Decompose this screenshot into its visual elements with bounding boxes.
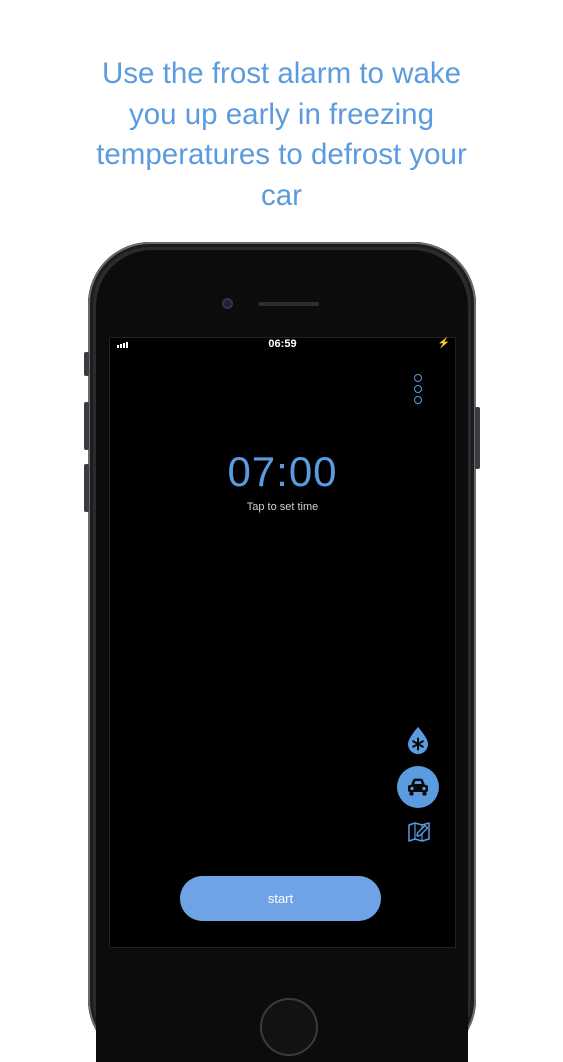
home-button[interactable] [260, 998, 318, 1056]
volume-down-button [84, 464, 89, 512]
app-screen: 06:59 ⚡ 07:00 Tap to set time start [110, 338, 455, 947]
promo-headline: Use the frost alarm to wake you up early… [0, 54, 563, 216]
mute-switch [84, 352, 89, 376]
more-vertical-icon[interactable] [412, 374, 424, 404]
set-time-hint: Tap to set time [246, 501, 319, 513]
earpiece-speaker [258, 302, 319, 306]
start-button[interactable]: start [180, 876, 381, 921]
headline-line: you up early in freezing [128, 97, 434, 131]
map-edit-icon[interactable] [408, 822, 430, 842]
headline-line: Use the frost alarm to wake [101, 57, 462, 90]
status-bar: 06:59 ⚡ [110, 338, 455, 352]
status-time: 06:59 [268, 338, 297, 350]
volume-up-button [84, 402, 89, 450]
car-icon [408, 778, 428, 796]
alarm-time[interactable]: 07:00 [110, 448, 455, 496]
car-mode-button[interactable] [397, 766, 439, 808]
headline-line: temperatures to defrost your [96, 138, 467, 171]
headline-line: car [261, 178, 302, 212]
frost-drop-icon[interactable] [406, 726, 430, 754]
power-button [475, 407, 480, 469]
charging-icon: ⚡ [437, 338, 450, 349]
front-camera [222, 298, 233, 309]
